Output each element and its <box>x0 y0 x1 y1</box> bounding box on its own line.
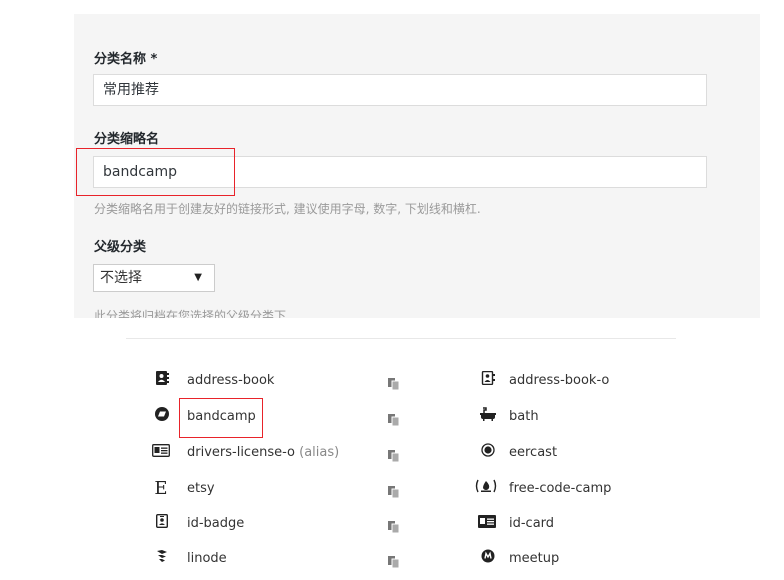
parent-category-select[interactable]: 不选择 ▼ <box>93 264 215 292</box>
icon-name[interactable]: etsy <box>187 474 215 504</box>
category-slug-hint: 分类缩略名用于创建友好的链接形式, 建议使用字母, 数字, 下划线和横杠. <box>94 202 481 216</box>
slug-highlight-box <box>76 148 235 196</box>
icon-name[interactable]: eercast <box>509 438 557 468</box>
list-item: id-badge id-card <box>0 509 784 539</box>
linode-icon <box>154 544 170 574</box>
eercast-icon <box>480 438 496 468</box>
icon-name[interactable]: address-book <box>187 366 274 396</box>
copy-icon[interactable] <box>388 518 400 534</box>
id-badge-icon <box>154 509 170 539</box>
copy-icon[interactable] <box>388 447 400 463</box>
list-item: bandcamp bath <box>0 402 784 432</box>
divider <box>126 338 676 339</box>
icon-name[interactable]: free-code-camp <box>509 474 611 504</box>
bath-icon <box>480 402 496 432</box>
copy-icon[interactable] <box>388 483 400 499</box>
list-item: drivers-license-o (alias) eercast <box>0 438 784 468</box>
icon-name[interactable]: address-book-o <box>509 366 609 396</box>
category-name-input[interactable]: 常用推荐 <box>93 74 707 106</box>
free-code-camp-icon <box>474 474 498 504</box>
list-item: address-book address-book-o <box>0 366 784 396</box>
meetup-icon <box>480 544 496 574</box>
alias-tag: (alias) <box>299 445 340 460</box>
list-item: linode meetup <box>0 544 784 574</box>
icon-name[interactable]: bath <box>509 402 539 432</box>
icon-name[interactable]: meetup <box>509 544 559 574</box>
copy-icon[interactable] <box>388 553 400 569</box>
icon-name[interactable]: id-card <box>509 509 554 539</box>
icon-name[interactable]: id-badge <box>187 509 244 539</box>
icon-name-text: drivers-license-o <box>187 445 295 460</box>
parent-category-selected: 不选择 <box>100 270 142 286</box>
etsy-icon: E <box>154 478 168 499</box>
category-slug-label: 分类缩略名 <box>94 132 160 147</box>
parent-category-label: 父级分类 <box>94 240 147 255</box>
copy-icon[interactable] <box>388 375 400 391</box>
icon-name[interactable]: drivers-license-o (alias) <box>187 438 339 468</box>
icon-name[interactable]: linode <box>187 544 227 574</box>
address-book-o-icon <box>480 366 496 396</box>
copy-icon[interactable] <box>388 411 400 427</box>
bandcamp-highlight-box <box>179 398 263 438</box>
category-name-label: 分类名称 * <box>94 52 158 67</box>
list-item: E etsy free-code-camp <box>0 474 784 504</box>
bandcamp-icon <box>154 402 170 432</box>
id-card-icon <box>478 509 496 539</box>
parent-category-hint: 此分类将归档在您选择的父级分类下 <box>94 309 287 318</box>
address-book-icon <box>154 366 170 396</box>
chevron-down-icon: ▼ <box>194 272 202 283</box>
drivers-license-o-icon <box>152 438 170 468</box>
